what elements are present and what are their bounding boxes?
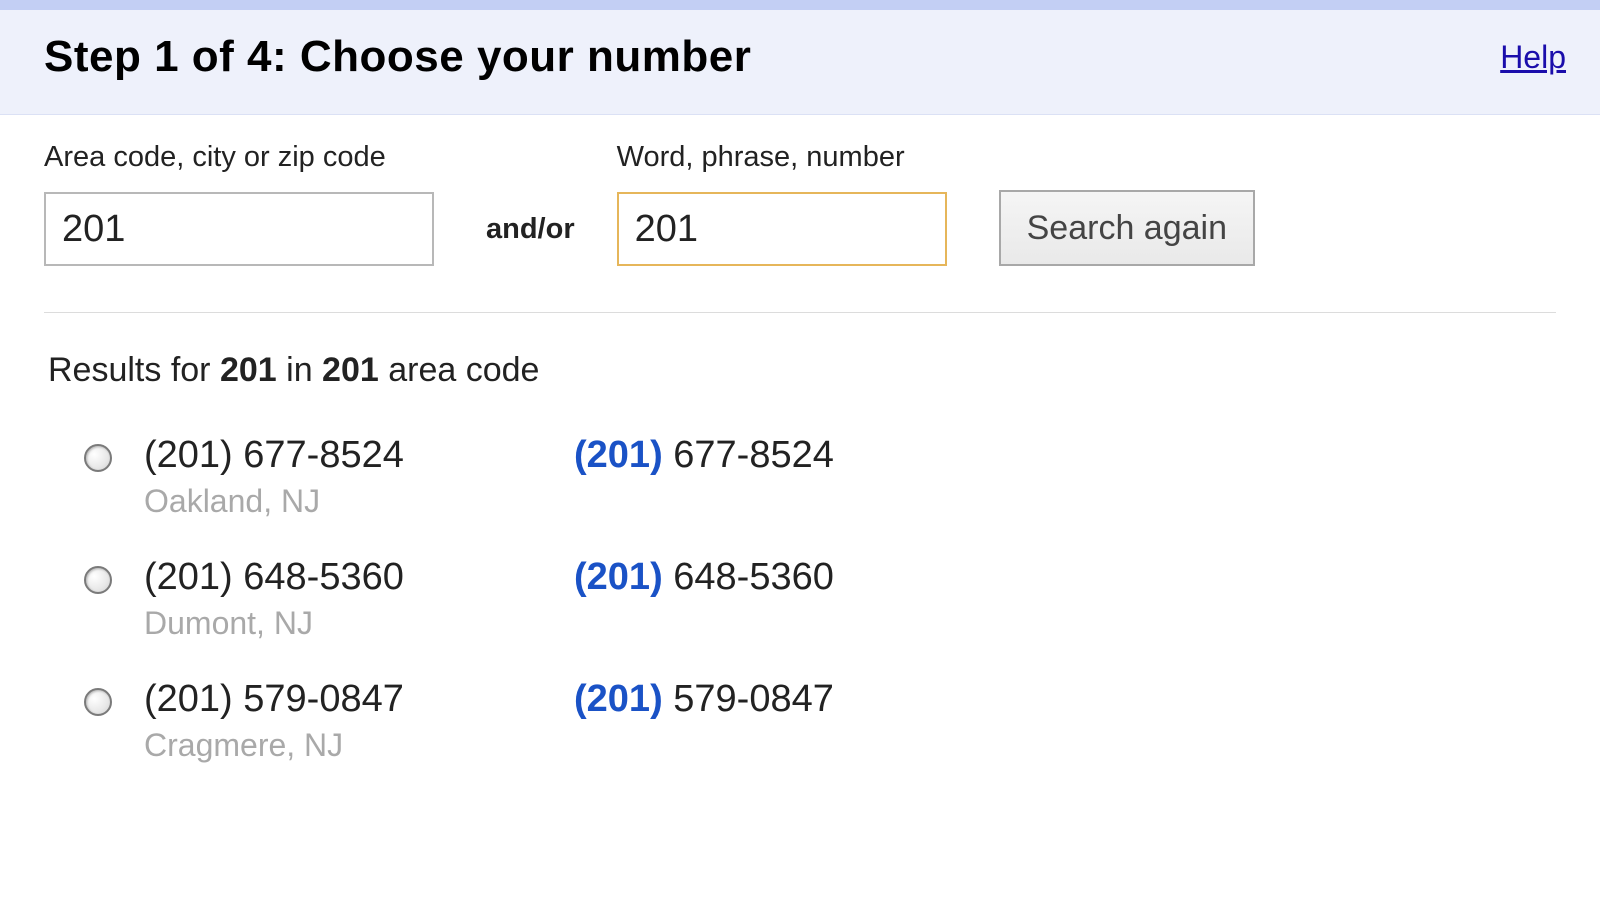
list-item: (201) 648-5360 (201) 648-5360 Dumont, NJ — [84, 556, 1556, 642]
number-block: (201) 677-8524 (201) 677-8524 Oakland, N… — [144, 434, 834, 520]
search-again-button[interactable]: Search again — [999, 190, 1255, 266]
number-block: (201) 579-0847 (201) 579-0847 Cragmere, … — [144, 678, 834, 764]
area-code-label: Area code, city or zip code — [44, 141, 434, 174]
location-label: Oakland, NJ — [144, 483, 834, 520]
phone-plain: (201) 677-8524 — [144, 434, 574, 477]
results-term: 201 — [220, 351, 277, 389]
word-phrase-label: Word, phrase, number — [617, 141, 947, 174]
hl-digits: 201 — [587, 434, 650, 476]
location-label: Cragmere, NJ — [144, 727, 834, 764]
results-prefix: Results for — [48, 351, 220, 389]
phone-highlighted: (201) 579-0847 — [574, 678, 834, 721]
hl-open-paren: ( — [574, 556, 587, 598]
hl-close-paren: ) — [650, 556, 663, 598]
number-line: (201) 677-8524 (201) 677-8524 — [144, 434, 834, 477]
hl-close-paren: ) — [650, 434, 663, 476]
number-radio[interactable] — [84, 444, 112, 472]
number-radio[interactable] — [84, 688, 112, 716]
phone-rest: 677-8524 — [663, 434, 834, 476]
location-label: Dumont, NJ — [144, 605, 834, 642]
search-row: Area code, city or zip code and/or Word,… — [44, 141, 1556, 313]
hl-open-paren: ( — [574, 434, 587, 476]
list-item: (201) 677-8524 (201) 677-8524 Oakland, N… — [84, 434, 1556, 520]
phone-highlighted: (201) 677-8524 — [574, 434, 834, 477]
word-phrase-input[interactable] — [617, 192, 947, 266]
results-list: (201) 677-8524 (201) 677-8524 Oakland, N… — [44, 434, 1556, 764]
phone-plain: (201) 579-0847 — [144, 678, 574, 721]
results-middle: in — [277, 351, 322, 389]
area-code-input[interactable] — [44, 192, 434, 266]
step-header: Step 1 of 4: Choose your number Help — [0, 10, 1600, 115]
phone-rest: 579-0847 — [663, 678, 834, 720]
results-area: 201 — [322, 351, 379, 389]
phone-highlighted: (201) 648-5360 — [574, 556, 834, 599]
number-line: (201) 648-5360 (201) 648-5360 — [144, 556, 834, 599]
number-block: (201) 648-5360 (201) 648-5360 Dumont, NJ — [144, 556, 834, 642]
results-heading: Results for 201 in 201 area code — [48, 351, 1556, 390]
hl-close-paren: ) — [650, 678, 663, 720]
hl-digits: 201 — [587, 556, 650, 598]
hl-digits: 201 — [587, 678, 650, 720]
list-item: (201) 579-0847 (201) 579-0847 Cragmere, … — [84, 678, 1556, 764]
number-line: (201) 579-0847 (201) 579-0847 — [144, 678, 834, 721]
phone-rest: 648-5360 — [663, 556, 834, 598]
word-field-wrapper: Word, phrase, number — [617, 141, 947, 266]
help-link[interactable]: Help — [1500, 39, 1566, 76]
area-code-field-wrapper: Area code, city or zip code — [44, 141, 434, 266]
results-suffix: area code — [379, 351, 540, 389]
number-radio[interactable] — [84, 566, 112, 594]
hl-open-paren: ( — [574, 678, 587, 720]
conjunction-label: and/or — [434, 213, 617, 266]
main-content: Area code, city or zip code and/or Word,… — [0, 115, 1600, 764]
phone-plain: (201) 648-5360 — [144, 556, 574, 599]
page-title: Step 1 of 4: Choose your number — [44, 32, 751, 82]
window-top-strip — [0, 0, 1600, 10]
